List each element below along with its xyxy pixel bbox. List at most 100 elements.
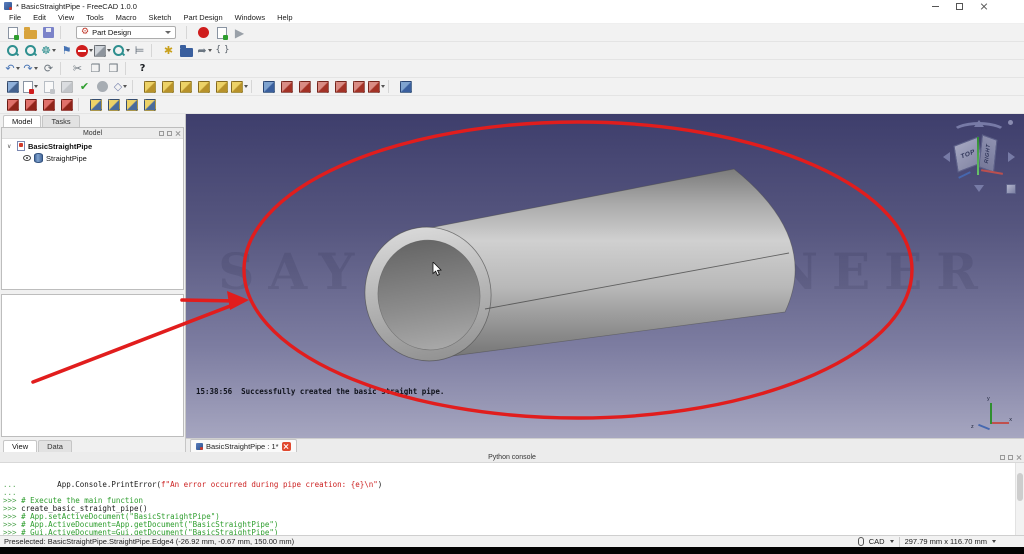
- groove-button[interactable]: [296, 79, 313, 95]
- pad-button[interactable]: [141, 79, 158, 95]
- additive-pipe-button[interactable]: [195, 79, 212, 95]
- dropdown-arrow-icon[interactable]: [126, 49, 130, 52]
- dropdown-arrow-icon[interactable]: [381, 85, 385, 88]
- redo-button[interactable]: ↷: [22, 61, 39, 77]
- menu-help[interactable]: Help: [271, 12, 298, 23]
- macros-dialog-button[interactable]: [213, 25, 230, 41]
- menu-edit[interactable]: Edit: [27, 12, 52, 23]
- fit-all-button[interactable]: [22, 43, 39, 59]
- python-console[interactable]: ... App.Console.PrintError(f"An error oc…: [0, 463, 1024, 535]
- draft-button[interactable]: [40, 97, 57, 113]
- mirrored-button[interactable]: [87, 97, 104, 113]
- nav-arrow-down-icon[interactable]: [974, 185, 984, 192]
- measure-button[interactable]: ⊨: [131, 43, 148, 59]
- validate-sketch-button[interactable]: ✔: [76, 79, 93, 95]
- nav-arrow-up-icon[interactable]: [974, 120, 984, 127]
- workbench-selector[interactable]: ⚙ Part Design: [76, 26, 176, 39]
- pocket-button[interactable]: [260, 79, 277, 95]
- revolution-button[interactable]: [159, 79, 176, 95]
- visibility-eye-icon[interactable]: [23, 155, 31, 161]
- execute-macro-button[interactable]: ▶: [231, 25, 248, 41]
- minimize-button[interactable]: [932, 6, 939, 7]
- menu-sketch[interactable]: Sketch: [143, 12, 178, 23]
- view-size-indicator[interactable]: 297.79 mm x 116.70 mm: [905, 537, 987, 546]
- close-window-button[interactable]: [980, 2, 988, 10]
- nav-arrow-right-icon[interactable]: [1008, 152, 1015, 162]
- dropdown-arrow-icon[interactable]: [244, 85, 248, 88]
- zoom-tools-button[interactable]: [112, 43, 130, 59]
- tree-item-straightpipe[interactable]: StraightPipe: [2, 151, 183, 163]
- subtractive-pipe-button[interactable]: [332, 79, 349, 95]
- subtractive-helix-button[interactable]: [350, 79, 367, 95]
- tab-data[interactable]: Data: [38, 440, 72, 452]
- undo-button[interactable]: ↶: [4, 61, 21, 77]
- zoom-in-button[interactable]: [4, 43, 21, 59]
- dropdown-arrow-icon[interactable]: [16, 67, 20, 70]
- record-macro-button[interactable]: [195, 25, 212, 41]
- maximize-button[interactable]: [956, 3, 963, 10]
- fillet-button[interactable]: [4, 97, 21, 113]
- additive-primitive-button[interactable]: [231, 79, 248, 95]
- dropdown-arrow-icon[interactable]: [107, 49, 111, 52]
- open-file-button[interactable]: [22, 25, 39, 41]
- multitransform-button[interactable]: [141, 97, 158, 113]
- dock-panel-icon[interactable]: [1008, 455, 1013, 460]
- 3d-viewport[interactable]: SAYAND ENGINEER: [186, 114, 1024, 438]
- menu-file[interactable]: File: [3, 12, 27, 23]
- close-panel-icon[interactable]: [1016, 455, 1021, 460]
- create-sketch-button[interactable]: [22, 79, 39, 95]
- refresh-button[interactable]: ⟳: [40, 61, 57, 77]
- tree-item-document[interactable]: ∨ BasicStraightPipe: [2, 139, 183, 151]
- float-panel-icon[interactable]: [1000, 455, 1005, 460]
- additive-loft-button[interactable]: [177, 79, 194, 95]
- dropdown-arrow-icon[interactable]: [34, 85, 38, 88]
- cut-button[interactable]: ✂: [69, 61, 86, 77]
- export-view-button[interactable]: ➦: [196, 43, 213, 59]
- dropdown-arrow-icon[interactable]: [34, 67, 38, 70]
- whats-this-button[interactable]: ?: [134, 61, 151, 77]
- navigation-cube[interactable]: TOP RIGHT: [942, 119, 1016, 195]
- create-body-button[interactable]: [4, 79, 21, 95]
- appearance-button[interactable]: ✱: [160, 43, 177, 59]
- macro-editor-button[interactable]: { }: [214, 43, 231, 59]
- close-panel-icon[interactable]: [175, 131, 180, 136]
- boolean-operation-button[interactable]: [397, 79, 414, 95]
- menu-part-design[interactable]: Part Design: [177, 12, 228, 23]
- dropdown-arrow-icon[interactable]: [52, 49, 56, 52]
- chamfer-button[interactable]: [22, 97, 39, 113]
- hole-button[interactable]: [278, 79, 295, 95]
- mini-cube-icon[interactable]: [1006, 184, 1016, 194]
- shape-binder-button[interactable]: [94, 79, 111, 95]
- zoom-region-button[interactable]: ⚑: [58, 43, 75, 59]
- edit-sketch-button[interactable]: [40, 79, 57, 95]
- chevron-down-icon[interactable]: [992, 540, 996, 543]
- menu-macro[interactable]: Macro: [110, 12, 143, 23]
- dropdown-arrow-icon[interactable]: [89, 49, 93, 52]
- nav-style-selector[interactable]: CAD: [869, 537, 885, 546]
- std-views-button[interactable]: [94, 43, 111, 59]
- close-tab-icon[interactable]: [282, 442, 291, 451]
- map-sketch-button[interactable]: [58, 79, 75, 95]
- tab-view[interactable]: View: [3, 440, 37, 452]
- scrollbar-thumb[interactable]: [1017, 473, 1023, 501]
- dropdown-arrow-icon[interactable]: [123, 85, 127, 88]
- thickness-button[interactable]: [58, 97, 75, 113]
- python-console-header[interactable]: Python console: [0, 452, 1024, 463]
- property-editor-panel[interactable]: [1, 294, 184, 437]
- tab-model[interactable]: Model: [3, 115, 41, 127]
- paste-button[interactable]: ❒: [105, 61, 122, 77]
- console-scrollbar[interactable]: [1015, 463, 1024, 535]
- draw-style-button[interactable]: [76, 43, 93, 59]
- create-datum-button[interactable]: ◇: [112, 79, 129, 95]
- dropdown-arrow-icon[interactable]: [208, 49, 212, 52]
- menu-windows[interactable]: Windows: [229, 12, 271, 23]
- additive-helix-button[interactable]: [213, 79, 230, 95]
- navcube-right-face[interactable]: RIGHT: [979, 134, 998, 172]
- linear-pattern-button[interactable]: [105, 97, 122, 113]
- document-tab[interactable]: BasicStraightPipe : 1*: [190, 439, 297, 452]
- nav-arrow-left-icon[interactable]: [943, 152, 950, 162]
- polar-pattern-button[interactable]: [123, 97, 140, 113]
- menu-view[interactable]: View: [52, 12, 80, 23]
- view-group-button[interactable]: ☸: [40, 43, 57, 59]
- tree-expander-icon[interactable]: ∨: [7, 143, 14, 150]
